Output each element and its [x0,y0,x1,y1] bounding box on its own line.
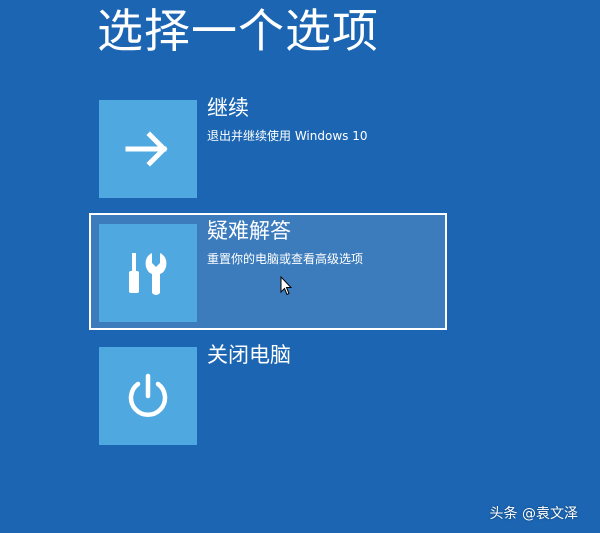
continue-tile[interactable] [99,100,197,198]
continue-option[interactable]: 继续 退出并继续使用 Windows 10 [89,90,447,207]
shutdown-tile[interactable] [99,347,197,445]
watermark: 头条 @袁文泽 [489,506,578,522]
page-title: 选择一个选项 [97,4,379,58]
continue-description: 退出并继续使用 Windows 10 [207,129,368,143]
shutdown-label: 关闭电脑 [207,343,291,367]
troubleshoot-label: 疑难解答 [207,219,291,243]
arrow-right-icon [125,131,168,167]
power-icon [128,373,168,417]
troubleshoot-tile[interactable] [99,224,197,322]
tools-icon [129,253,167,295]
troubleshoot-option[interactable]: 疑难解答 重置你的电脑或查看高级选项 [89,213,447,330]
continue-label: 继续 [207,96,249,120]
troubleshoot-description: 重置你的电脑或查看高级选项 [207,252,364,266]
shutdown-option[interactable]: 关闭电脑 [89,337,447,454]
mouse-cursor-icon [280,276,292,296]
